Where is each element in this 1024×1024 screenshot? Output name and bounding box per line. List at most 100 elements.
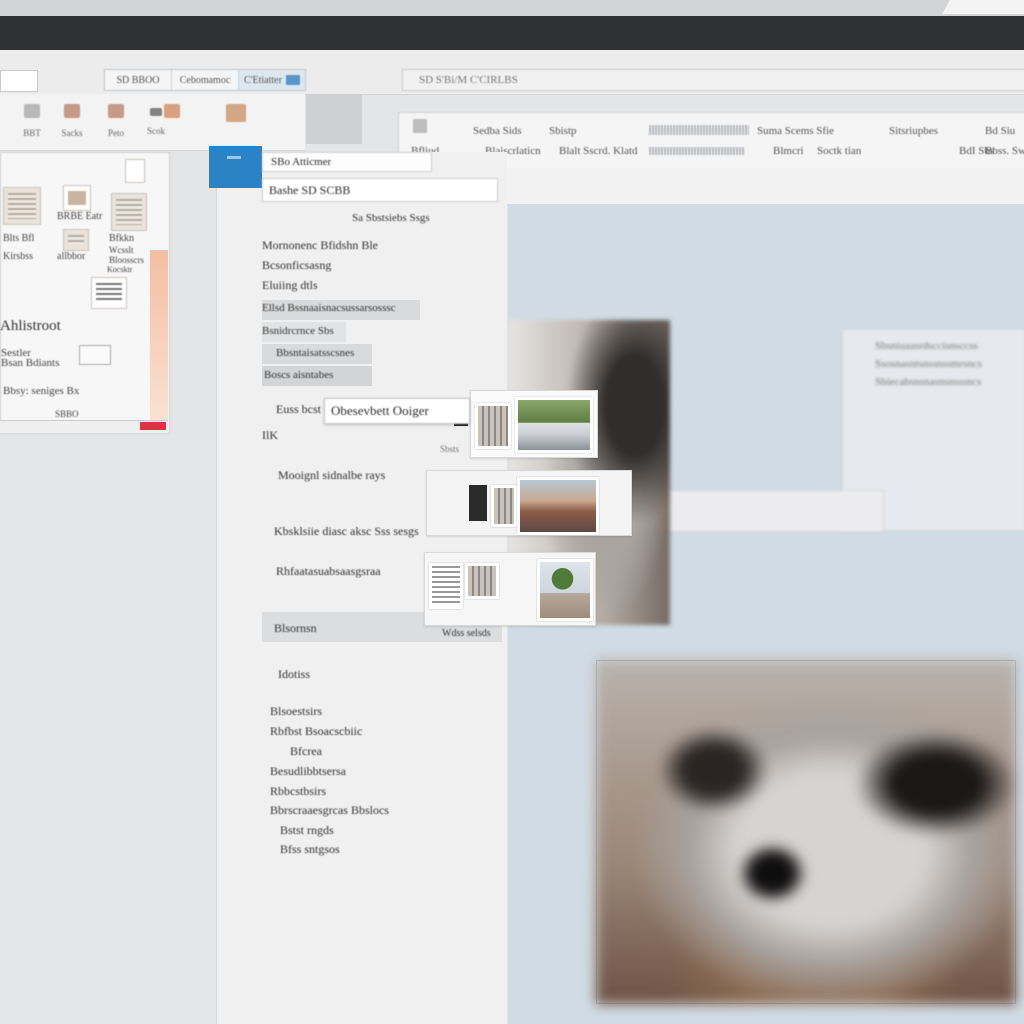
tool-icon [24, 104, 40, 118]
ribbon-r2-c[interactable]: Blalt Sscrd. Klatd [559, 145, 638, 157]
brush-icon [108, 104, 124, 118]
content-toolbar [500, 168, 1024, 205]
list-item[interactable]: Rbfbst Bsoacscbiic [270, 724, 362, 739]
ribbon-button-5[interactable] [152, 104, 192, 128]
ribbon-slider-2[interactable] [649, 147, 745, 155]
close-icon[interactable] [140, 422, 166, 430]
dialog-line-2: Bsan Bdiants [1, 357, 60, 369]
list-item[interactable]: Mornonenc Bfidshn Ble [262, 238, 378, 253]
ribbon-r1-b[interactable]: Sbistp [549, 125, 577, 137]
list-item[interactable]: Blsornsn [274, 621, 317, 636]
ribbon-button-1[interactable]: BBT [12, 104, 52, 138]
tool-indicator-icon [227, 156, 241, 159]
list-item[interactable]: IlK [262, 428, 278, 443]
ribbon-label: BBT [23, 128, 41, 138]
thumb-label: Bfkkn [109, 233, 134, 244]
thumb-label: Kirsbss [3, 251, 34, 262]
list-item[interactable]: Mooignl sidnalbe rays [278, 468, 385, 483]
document-icon [413, 119, 427, 133]
ribbon-r1-c[interactable]: Suma Scems Sfie [757, 125, 834, 137]
thumb-label: Kocsktr [107, 265, 133, 274]
list-item[interactable]: Rbbcstbsirs [270, 784, 326, 799]
search-input[interactable] [0, 70, 38, 92]
document-thumb [429, 563, 463, 609]
ribbon-label: Sacks [61, 128, 83, 138]
list-item[interactable]: Idotiss [278, 667, 310, 682]
image-card[interactable] [470, 390, 598, 458]
list-item[interactable]: Bfcrea [290, 744, 322, 759]
shape-icon [64, 104, 80, 118]
list-item[interactable]: Ellsd Bssnaaisnacsussarsosssc [262, 302, 396, 314]
thumbnail[interactable] [91, 277, 127, 309]
image-thumb [515, 397, 593, 453]
ribbon-button-3[interactable]: Peto [96, 104, 136, 138]
panel-header: SBo Atticmer [262, 152, 432, 172]
image-card[interactable] [424, 552, 596, 626]
popup-tooltip[interactable]: Obesevbett Ooiger [324, 398, 470, 424]
picture-icon [226, 104, 246, 122]
selected-tool-tile[interactable] [209, 146, 262, 188]
ribbon-slider[interactable] [649, 125, 749, 135]
thumb-label: allbbor [57, 251, 86, 262]
tab-group: SD BBOO Cebomamoc C'Etiatter [104, 69, 306, 91]
ribbon-divider [306, 94, 362, 144]
address-text: SD S'Bi/M C'CIRLBS [419, 74, 518, 86]
thumbnail[interactable] [63, 229, 89, 251]
tab-1[interactable]: SD BBOO [105, 70, 172, 90]
title-bar [0, 16, 1024, 50]
left-dialog: BRBE Eatr Blts Bfl Bfkkn Wcsslt Bloosscr… [0, 152, 170, 434]
ribbon-r1-e[interactable]: Bd Siu [985, 125, 1015, 137]
list-item[interactable]: Bfss sntgsos [280, 842, 340, 857]
ribbon-r1-d[interactable]: Sitsriupbes [889, 125, 938, 137]
page-icon [125, 159, 145, 183]
list-item[interactable]: Rhfaatasuabsaasgsraa [276, 564, 381, 579]
card-line-3: Sbiecabsnsnasnsnsssncs [875, 376, 982, 388]
ribbon-button-2[interactable]: Sacks [52, 104, 92, 138]
window-icon [285, 75, 300, 85]
dialog-accent-stripe [150, 250, 168, 420]
ribbon-r1-a[interactable]: Sedba Sids [473, 125, 522, 137]
list-item[interactable]: Besudlibbtsersa [270, 764, 346, 779]
image-thumb [465, 563, 499, 599]
chart-icon [79, 345, 111, 365]
thumbnail[interactable] [111, 193, 147, 231]
image-card[interactable] [426, 470, 632, 536]
dialog-line-3: Bbsy: seniges Bx [3, 385, 80, 397]
tab-3[interactable]: C'Etiatter [239, 70, 305, 90]
thumbnail[interactable] [3, 187, 41, 225]
panel-name-field[interactable]: Bashe SD SCBB [262, 178, 498, 202]
list-item[interactable]: Blsoestsirs [270, 704, 322, 719]
crop-icon [164, 104, 180, 118]
list-item[interactable]: Bbsntaisatsscsnes [276, 347, 354, 359]
list-item[interactable]: Boscs aisntabes [264, 369, 333, 381]
left-pane [0, 440, 216, 1024]
card-line-2: Ssosnasntsnssnssmrsncs [875, 358, 982, 370]
thumb-label: BRBE Eatr [57, 211, 103, 222]
list-item[interactable]: Bcsonficsasng [262, 258, 331, 273]
list-item[interactable]: Euss bcst [276, 402, 321, 417]
card-line-1: Sbsniuaasrdsccisnsccss [875, 340, 978, 352]
stage-label: Sbsts [440, 444, 460, 454]
swatch-icon [469, 485, 487, 521]
ribbon-r2-d[interactable]: Blmcri [773, 145, 804, 157]
thumbnail[interactable] [63, 185, 91, 211]
ribbon-r2-g[interactable]: Bbss. Sw [985, 145, 1024, 157]
list-item[interactable]: Bbrscraaesgrcas Bbslocs [270, 803, 389, 818]
tab-2[interactable]: Cebomamoc [172, 70, 239, 90]
list-item[interactable]: Kbsklsiie diasc aksc Sss sesgs [274, 524, 419, 539]
list-item[interactable]: Sa Sbstsiebs Ssgs [352, 212, 430, 224]
ribbon-button-6[interactable] [216, 104, 256, 132]
image-thumb [537, 559, 593, 621]
address-bar[interactable]: SD S'Bi/M C'CIRLBS [402, 69, 1024, 91]
list-item[interactable]: Bsnidrcrnce Sbs [262, 325, 334, 337]
tab-3-label: C'Etiatter [244, 74, 282, 86]
monitor-bezel [0, 0, 1024, 16]
image-thumb [517, 477, 599, 535]
list-item[interactable]: Bstst rngds [280, 823, 334, 838]
thumb-label: Blts Bfl [3, 233, 35, 244]
dialog-line-4: SBBO [55, 409, 79, 419]
image-thumb [491, 485, 517, 527]
ribbon-r2-e[interactable]: Soctk tian [817, 145, 861, 157]
side-label: Wdss selsds [442, 628, 491, 639]
list-item[interactable]: Eluiing dtls [262, 278, 318, 293]
